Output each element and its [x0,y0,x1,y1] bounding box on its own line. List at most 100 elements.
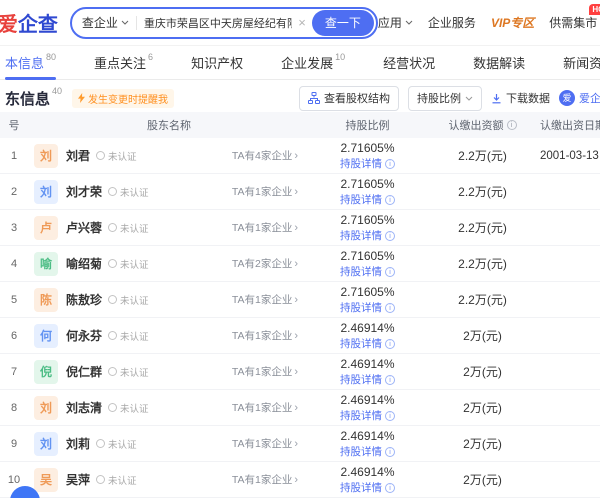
not-certified-label: 未认证 [120,221,149,235]
nav-supply-market[interactable]: 供需集市 HOT [549,14,597,31]
column-header-date-label: 认缴出资日期 [540,117,600,133]
app-promo-link[interactable]: 爱 爱企查APP [559,90,600,106]
ratio-filter-dropdown[interactable]: 持股比例 [408,86,482,111]
related-companies-link[interactable]: TA有1家企业 › [232,292,298,307]
shareholding-detail-link[interactable]: 持股详情 [340,229,395,243]
row-number: 3 [0,222,28,234]
shareholder-avatar: 倪 [34,360,58,384]
shareholding-detail-link[interactable]: 持股详情 [340,445,395,459]
main-tab[interactable]: 新闻资讯 [563,46,600,79]
view-equity-structure-label: 查看股权结构 [324,90,390,106]
related-companies-link[interactable]: TA有1家企业 › [232,220,298,235]
not-certified-tag: 未认证 [108,401,149,415]
info-icon [385,375,395,385]
shareholder-name-link[interactable]: 倪仁群 [66,363,102,380]
not-certified-label: 未认证 [120,365,149,379]
row-number: 2 [0,186,28,198]
shareholder-name-link[interactable]: 喻绍菊 [66,255,102,272]
download-data-label: 下载数据 [506,90,550,106]
nav-vip-zone[interactable]: VIP专区 [491,14,534,31]
aiqicha-logo[interactable]: ♥ 爱 企查 [0,8,58,37]
main-tab[interactable]: 经营状况 [383,46,435,79]
download-data-button[interactable]: 下载数据 [491,90,550,106]
subscribed-amount: 2万(元) [425,327,540,344]
shareholding-detail-label: 持股详情 [340,193,382,207]
shareholder-name-link[interactable]: 刘志清 [66,399,102,416]
shareholding-detail-link[interactable]: 持股详情 [340,373,395,387]
shareholder-name-link[interactable]: 刘君 [66,147,90,164]
nav-vip-label: VIP专区 [491,14,534,31]
column-header-amount-label: 认缴出资额 [449,117,504,133]
shareholder-name-link[interactable]: 陈敖珍 [66,291,102,308]
shareholder-avatar: 吴 [34,468,58,492]
tab-count: 80 [46,52,56,62]
subscribed-amount: 2.2万(元) [425,183,540,200]
shareholder-name-link[interactable]: 吴萍 [66,471,90,488]
info-icon [385,339,395,349]
download-icon [491,93,502,104]
info-icon [385,411,395,421]
shareholding-detail-label: 持股详情 [340,157,382,171]
related-companies-link[interactable]: TA有4家企业 › [232,148,298,163]
shareholding-detail-link[interactable]: 持股详情 [340,157,395,171]
not-certified-label: 未认证 [120,185,149,199]
search-category-label: 查企业 [82,14,118,31]
related-companies-link[interactable]: TA有2家企业 › [232,256,298,271]
shareholders-section-header: 东信息 40 发生变更时提醒我 查看股权结构 持股比例 下载数据 爱 爱企查AP… [0,80,600,112]
shareholder-name-link[interactable]: 何永芬 [66,327,102,344]
table-body: 1 刘 刘君 未认证 TA有4家企业 › 2.71605% 持股详情 2.2万(… [0,138,600,498]
search-category-dropdown[interactable]: 查企业 [82,14,129,31]
tab-label: 重点关注 [94,53,146,72]
shareholding-ratio: 2.71605% [310,177,425,192]
search-input[interactable]: 重庆市荣昌区中天房屋经纪有限公司 [144,15,292,31]
shareholding-detail-link[interactable]: 持股详情 [340,337,395,351]
ratio-cell: 2.71605% 持股详情 [310,213,425,243]
main-tab[interactable]: 重点关注6 [94,46,153,79]
not-certified-tag: 未认证 [108,257,149,271]
ratio-cell: 2.71605% 持股详情 [310,285,425,315]
related-companies-link[interactable]: TA有1家企业 › [232,400,298,415]
info-icon[interactable] [507,120,517,130]
nav-enterprise-services[interactable]: 企业服务 [428,14,476,31]
related-companies-link[interactable]: TA有1家企业 › [232,184,298,199]
shareholding-detail-link[interactable]: 持股详情 [340,301,395,315]
org-chart-icon [308,92,320,104]
shareholding-ratio: 2.71605% [310,285,425,300]
shareholding-detail-link[interactable]: 持股详情 [340,409,395,423]
shareholding-detail-link[interactable]: 持股详情 [340,265,395,279]
chevron-right-icon: › [294,186,298,198]
shareholding-detail-label: 持股详情 [340,409,382,423]
subscribed-amount: 2万(元) [425,435,540,452]
search-button[interactable]: 查一下 [312,10,374,36]
ratio-cell: 2.46914% 持股详情 [310,357,425,387]
shareholding-ratio: 2.71605% [310,141,425,156]
section-count: 40 [52,86,62,109]
shareholder-cell: 刘 刘君 未认证 TA有4家企业 › [28,144,310,168]
main-tab[interactable]: 企业发展10 [281,46,345,79]
shareholding-detail-link[interactable]: 持股详情 [340,481,395,495]
certification-icon [108,259,117,268]
shareholder-name-link[interactable]: 刘莉 [66,435,90,452]
shareholder-name-link[interactable]: 卢兴蓉 [66,219,102,236]
related-companies-link[interactable]: TA有1家企业 › [232,436,298,451]
shareholding-detail-link[interactable]: 持股详情 [340,193,395,207]
not-certified-label: 未认证 [108,149,137,163]
view-equity-structure-button[interactable]: 查看股权结构 [299,86,399,111]
related-companies-link[interactable]: TA有1家企业 › [232,472,298,487]
main-tabs: 本信息80 重点关注6 知识产权 企业发展10 经营状况 数据解读 新闻资讯 [0,46,600,80]
related-companies-link[interactable]: TA有1家企业 › [232,328,298,343]
change-alert-button[interactable]: 发生变更时提醒我 [72,89,174,108]
clear-search-icon[interactable]: × [298,15,306,30]
shareholder-name-link[interactable]: 刘才荣 [66,183,102,200]
tab-label: 数据解读 [473,53,525,72]
related-companies-label: TA有4家企业 [232,148,292,163]
main-tab[interactable]: 数据解读 [473,46,525,79]
shareholder-cell: 刘 刘志清 未认证 TA有1家企业 › [28,396,310,420]
nav-apps[interactable]: 应用 [378,14,413,31]
related-companies-link[interactable]: TA有1家企业 › [232,364,298,379]
column-header-amount: 认缴出资额 [425,117,540,133]
main-tab[interactable]: 知识产权 [191,46,243,79]
certification-icon [96,439,105,448]
main-tab[interactable]: 本信息80 [5,46,56,79]
certification-icon [108,223,117,232]
